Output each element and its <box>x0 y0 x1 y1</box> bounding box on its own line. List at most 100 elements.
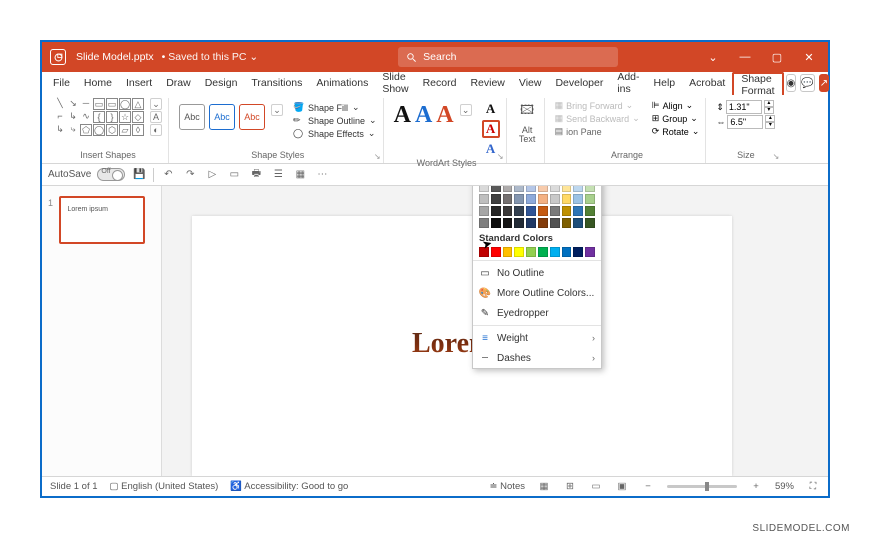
color-swatch[interactable] <box>491 186 501 192</box>
redo-button[interactable]: ↷ <box>182 167 198 183</box>
from-beginning-button[interactable]: ▷ <box>204 167 220 183</box>
color-swatch[interactable] <box>585 218 595 228</box>
merge-shapes-button[interactable]: ◐ <box>150 124 162 136</box>
slide-counter[interactable]: Slide 1 of 1 <box>50 481 98 492</box>
undo-button[interactable]: ↶ <box>160 167 176 183</box>
zoom-in-button[interactable]: + <box>749 480 763 494</box>
close-button[interactable]: ✕ <box>798 46 820 68</box>
color-swatch[interactable] <box>585 206 595 216</box>
tab-insert[interactable]: Insert <box>119 72 159 94</box>
tab-slide-show[interactable]: Slide Show <box>375 72 415 94</box>
color-swatch[interactable] <box>573 186 583 192</box>
color-swatch[interactable] <box>491 194 501 204</box>
zoom-slider[interactable] <box>667 485 737 488</box>
save-status[interactable]: Saved to this PC ⌄ <box>168 51 258 63</box>
touch-mode-button[interactable]: ☰ <box>270 167 286 183</box>
weight-item[interactable]: ≡Weight› <box>473 328 601 348</box>
shape-outline-button[interactable]: ✏Shape Outline ⌄ <box>293 115 377 126</box>
slide-thumbnails[interactable]: 1 Lorem ipsum <box>42 186 162 476</box>
tab-help[interactable]: Help <box>647 72 683 94</box>
color-swatch[interactable] <box>491 206 501 216</box>
record-circle-button[interactable]: ◉ <box>786 74 797 92</box>
tab-animations[interactable]: Animations <box>309 72 375 94</box>
color-swatch[interactable] <box>585 247 595 257</box>
color-swatch[interactable] <box>503 186 513 192</box>
color-swatch[interactable] <box>503 218 513 228</box>
color-swatch[interactable] <box>573 247 583 257</box>
width-up[interactable]: ▴ <box>765 115 775 122</box>
tab-home[interactable]: Home <box>77 72 119 94</box>
tab-draw[interactable]: Draw <box>159 72 198 94</box>
wordart-style-1[interactable]: A <box>394 102 411 129</box>
slideshow-view-button[interactable]: ▣ <box>615 480 629 494</box>
color-swatch[interactable] <box>562 247 572 257</box>
tab-design[interactable]: Design <box>198 72 245 94</box>
slide-thumb-1[interactable]: Lorem ipsum <box>59 196 145 244</box>
search-box[interactable]: Search <box>398 47 618 67</box>
tab-review[interactable]: Review <box>463 72 511 94</box>
save-button[interactable]: 💾 <box>131 167 147 183</box>
width-down[interactable]: ▾ <box>765 122 775 129</box>
tab-shape-format[interactable]: Shape Format <box>732 72 783 95</box>
height-input[interactable] <box>726 100 762 114</box>
tab-view[interactable]: View <box>512 72 549 94</box>
color-swatch[interactable] <box>550 247 560 257</box>
color-swatch[interactable] <box>479 218 489 228</box>
color-swatch[interactable] <box>573 194 583 204</box>
size-launcher[interactable]: ↘ <box>773 152 780 161</box>
sorter-view-button[interactable]: ⊞ <box>563 480 577 494</box>
shape-styles-launcher[interactable]: ↘ <box>374 152 381 161</box>
color-swatch[interactable] <box>526 206 536 216</box>
color-swatch[interactable] <box>538 194 548 204</box>
language-status[interactable]: ▢ English (United States) <box>110 481 219 492</box>
color-swatch[interactable] <box>550 194 560 204</box>
color-swatch[interactable] <box>538 186 548 192</box>
tab-acrobat[interactable]: Acrobat <box>682 72 732 94</box>
color-swatch[interactable] <box>503 206 513 216</box>
color-swatch[interactable] <box>514 247 524 257</box>
text-box-button[interactable]: A <box>150 111 162 123</box>
selection-pane-button[interactable]: ▤ion Pane <box>555 126 640 137</box>
color-swatch[interactable] <box>479 186 489 192</box>
color-swatch[interactable] <box>562 186 572 192</box>
alt-text-button[interactable]: 🖾 Alt Text <box>519 101 536 144</box>
new-slide-button[interactable]: ▭ <box>226 167 242 183</box>
height-up[interactable]: ▴ <box>764 100 774 107</box>
wordart-style-3[interactable]: A <box>436 102 453 129</box>
color-swatch[interactable] <box>526 186 536 192</box>
color-swatch[interactable] <box>538 247 548 257</box>
rotate-button[interactable]: ⟳Rotate ⌄ <box>652 126 700 137</box>
shapes-more-button[interactable]: ⌄ <box>150 98 162 110</box>
color-swatch[interactable] <box>562 194 572 204</box>
ribbon-mode-button[interactable]: ⌄ <box>702 46 724 68</box>
share-button[interactable]: ↗ <box>819 74 829 92</box>
table-button[interactable]: ▦ <box>292 167 308 183</box>
color-swatch[interactable] <box>550 218 560 228</box>
zoom-level[interactable]: 59% <box>775 481 794 492</box>
tab-transitions[interactable]: Transitions <box>244 72 309 94</box>
maximize-button[interactable]: ▢ <box>766 46 788 68</box>
color-swatch[interactable] <box>503 194 513 204</box>
color-swatch[interactable] <box>514 218 524 228</box>
shape-style-3[interactable]: Abc <box>239 104 265 130</box>
color-swatch[interactable] <box>479 206 489 216</box>
shape-style-more[interactable]: ⌄ <box>271 104 283 116</box>
fit-to-window-button[interactable]: ⛶ <box>806 480 820 494</box>
text-outline-button[interactable]: A <box>482 120 500 138</box>
wordart-launcher[interactable]: ↘ <box>497 152 504 161</box>
align-button[interactable]: ⊫Align ⌄ <box>652 100 700 111</box>
color-swatch[interactable] <box>562 218 572 228</box>
color-swatch[interactable] <box>503 247 513 257</box>
shape-fill-button[interactable]: 🪣Shape Fill ⌄ <box>293 102 377 113</box>
minimize-button[interactable]: — <box>734 46 756 68</box>
tab-add-ins[interactable]: Add-ins <box>610 72 646 94</box>
wordart-more[interactable]: ⌄ <box>460 104 472 116</box>
color-swatch[interactable] <box>479 194 489 204</box>
slide-canvas[interactable]: Lorem ip <box>192 216 732 476</box>
color-swatch[interactable] <box>514 194 524 204</box>
shape-effects-button[interactable]: ◯Shape Effects ⌄ <box>293 128 377 139</box>
color-swatch[interactable] <box>538 218 548 228</box>
color-swatch[interactable] <box>585 194 595 204</box>
normal-view-button[interactable]: ▦ <box>537 480 551 494</box>
color-swatch[interactable] <box>573 206 583 216</box>
